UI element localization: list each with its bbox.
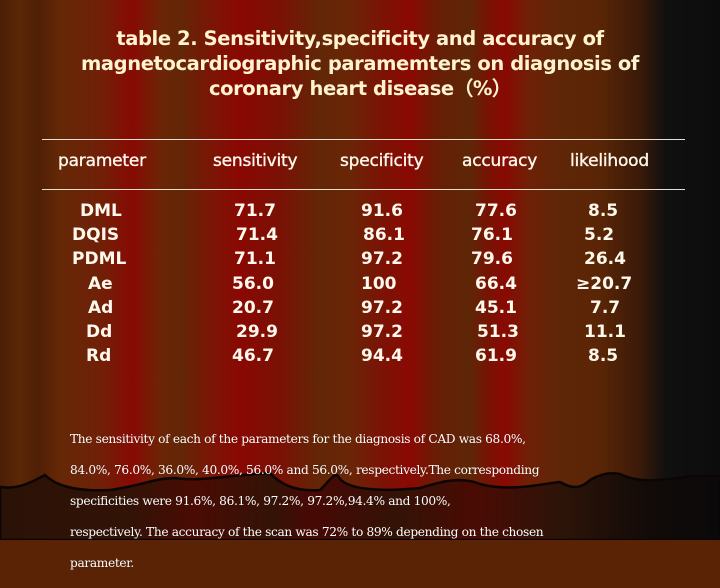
cell-likelihood: 7.7	[590, 297, 621, 318]
cell-likelihood: 26.4	[584, 249, 626, 270]
table-header-rule	[42, 189, 685, 190]
footnote-line: specificities were 91.6%, 86.1%, 97.2%, …	[70, 493, 451, 508]
cell-parameter: Ae	[88, 273, 113, 294]
cell-parameter: DQIS	[72, 225, 120, 246]
footnote-line: 84.0%, 76.0%, 36.0%, 40.0%, 56.0% and 56…	[70, 462, 540, 477]
cell-accuracy: 66.4	[475, 273, 517, 294]
cell-likelihood: 8.5	[588, 201, 619, 221]
header-parameter: parameter	[58, 151, 147, 171]
cell-accuracy: 45.1	[475, 297, 517, 318]
cell-sensitivity: 29.9	[236, 322, 278, 342]
cell-likelihood: 8.5	[588, 346, 619, 367]
cell-parameter: Dd	[86, 322, 113, 342]
cell-specificity: 94.4	[361, 346, 403, 367]
slide-title: table 2. Sensitivity,specificity and acc…	[40, 26, 680, 101]
cell-likelihood: 11.1	[584, 322, 626, 342]
cell-parameter: PDML	[72, 249, 127, 270]
cell-parameter: Rd	[86, 346, 112, 367]
cell-likelihood: 5.2	[584, 225, 615, 246]
header-specificity: specificity	[340, 151, 424, 171]
cell-sensitivity: 71.1	[234, 249, 276, 270]
cell-specificity: 91.6	[361, 201, 403, 221]
header-accuracy: accuracy	[462, 151, 538, 171]
cell-specificity: 97.2	[361, 249, 403, 270]
title-line-2: magnetocardiographic paramemters on diag…	[80, 52, 640, 75]
header-sensitivity: sensitivity	[213, 151, 298, 171]
cell-sensitivity: 71.7	[234, 201, 276, 221]
cell-parameter: DML	[80, 201, 122, 221]
title-line-1: table 2. Sensitivity,specificity and acc…	[116, 27, 604, 50]
cell-specificity: 97.2	[361, 297, 403, 318]
header-likelihood: likelihood	[570, 151, 650, 171]
footnote-line: parameter.	[70, 556, 134, 571]
footnote-line: The sensitivity of each of the parameter…	[70, 431, 526, 446]
cell-accuracy: 61.9	[475, 346, 517, 367]
cell-accuracy: 79.6	[471, 249, 513, 270]
cell-accuracy: 51.3	[477, 322, 519, 342]
cell-likelihood: ≥20.7	[576, 273, 633, 294]
cell-specificity: 100	[361, 273, 397, 294]
table-top-rule	[42, 139, 685, 140]
cell-sensitivity: 56.0	[232, 273, 274, 294]
cell-accuracy: 76.1	[471, 225, 513, 246]
cell-accuracy: 77.6	[475, 201, 517, 221]
cell-parameter: Ad	[88, 297, 114, 318]
footnote-paragraph: The sensitivity of each of the parameter…	[70, 416, 695, 588]
footnote-line: respectively. The accuracy of the scan w…	[70, 525, 544, 540]
cell-sensitivity: 46.7	[232, 346, 274, 367]
cell-specificity: 86.1	[363, 225, 405, 246]
cell-specificity: 97.2	[361, 322, 403, 342]
cell-sensitivity: 71.4	[236, 225, 278, 246]
title-line-3: coronary heart disease（%）	[208, 77, 512, 100]
cell-sensitivity: 20.7	[232, 297, 274, 318]
